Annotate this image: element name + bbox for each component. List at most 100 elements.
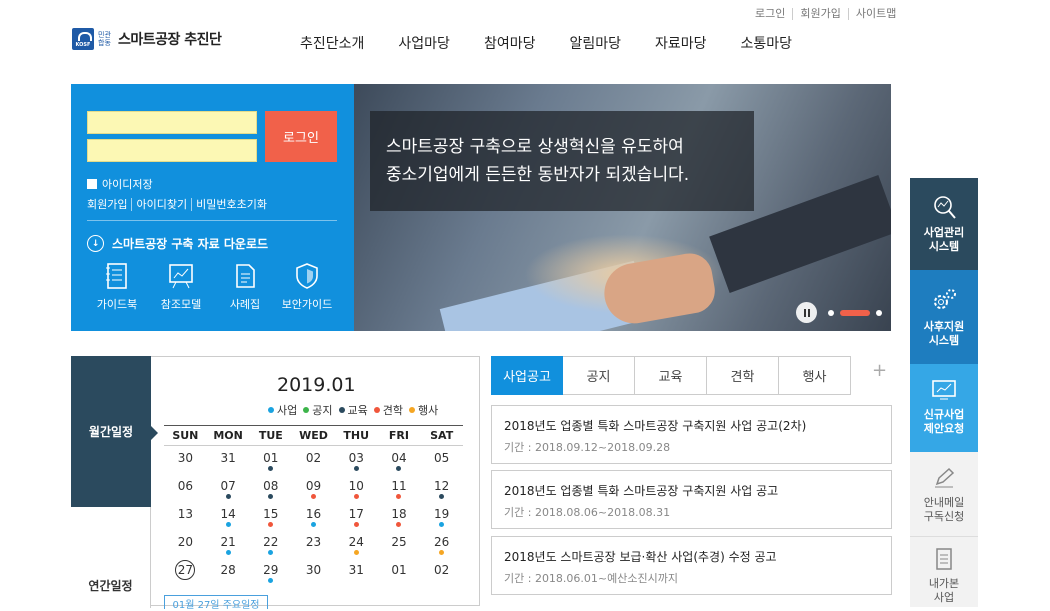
calendar-day[interactable]: 21 [207,532,250,558]
password-input[interactable] [87,139,257,162]
today-schedule-tab[interactable]: 01월 27일 주요일정 [164,595,268,611]
id-input[interactable] [87,111,257,134]
calendar-week: 06 07 08 09 10 11 12 [164,476,463,502]
nav-community[interactable]: 소통마당 [741,33,793,53]
calendar-day[interactable]: 03 [335,448,378,474]
casebook-link[interactable]: 사례집 [213,262,277,312]
save-id-checkbox[interactable]: 아이디저장 [87,176,153,192]
notice-title: 2018년도 업종별 특화 스마트공장 구축지원 사업 공고(2차) [504,419,807,433]
calendar-day[interactable]: 17 [335,504,378,530]
login-link[interactable]: 로그인 [748,8,792,20]
slide-dot[interactable] [828,309,834,316]
calendar-day[interactable]: 11 [378,476,421,502]
guidebook-link[interactable]: 가이드북 [85,262,149,312]
download-link[interactable]: ↓ 스마트공장 구축 자료 다운로드 [87,235,268,252]
day-number: 15 [263,507,279,521]
calendar-day[interactable]: 30 [164,448,207,474]
save-id-label: 아이디저장 [102,178,153,191]
more-plus-icon[interactable]: + [872,360,887,381]
find-id-link[interactable]: 아이디찾기 [131,198,192,211]
day-number: 03 [348,451,364,465]
calendar-day[interactable]: 09 [292,476,335,502]
calendar-day[interactable]: 01 [378,560,421,586]
legend-dot-icon [409,407,415,413]
tab-education[interactable]: 교육 [635,356,707,395]
notice-title: 2018년도 업종별 특화 스마트공장 구축지원 사업 공고 [504,484,779,498]
slide-dot-active[interactable] [840,309,870,316]
pause-button[interactable] [796,302,817,323]
calendar-day-today[interactable]: 27 [164,560,207,586]
event-dot-icon [268,494,274,499]
quick-mail-subscribe[interactable]: 안내메일 구독신청 [910,452,978,537]
day-number: 14 [220,507,236,521]
notice-item[interactable]: 2018년도 스마트공장 보급·확산 사업(추경) 수정 공고 기간 : 201… [491,536,892,595]
tab-event[interactable]: 행사 [779,356,851,395]
calendar-day[interactable]: 30 [292,560,335,586]
calendar-day[interactable]: 02 [292,448,335,474]
calendar-day[interactable]: 20 [164,532,207,558]
calendar-day[interactable]: 16 [292,504,335,530]
nav-participate[interactable]: 참여마당 [484,33,536,53]
legend-item: 견학 [373,402,403,418]
quick-aftercare-system[interactable]: 사후지원 시스템 [910,270,978,364]
calendar-day[interactable]: 18 [378,504,421,530]
calendar-day[interactable]: 15 [249,504,292,530]
calendar-day[interactable]: 29 [249,560,292,586]
calendar-day[interactable]: 06 [164,476,207,502]
quick-new-proposal[interactable]: 신규사업 제안요청 [910,364,978,452]
nav-resources[interactable]: 자료마당 [655,33,707,53]
join-link[interactable]: 회원가입 [792,8,847,20]
event-dot-icon [225,494,231,499]
calendar-day[interactable]: 08 [249,476,292,502]
calendar-day[interactable]: 28 [207,560,250,586]
tab-tour[interactable]: 견학 [707,356,779,395]
nav-about[interactable]: 추진단소개 [300,33,364,53]
calendar-day[interactable]: 23 [292,532,335,558]
site-logo[interactable]: KOSF 민관합동 스마트공장 추진단 [72,28,222,50]
calendar-day[interactable]: 25 [378,532,421,558]
nav-business[interactable]: 사업마당 [398,33,450,53]
calendar-day[interactable]: 26 [420,532,463,558]
reference-model-link[interactable]: 참조모델 [149,262,213,312]
tab-monthly[interactable]: 월간일정 [71,356,158,507]
tab-yearly[interactable]: 연간일정 [71,507,151,608]
calendar-day[interactable]: 01 [249,448,292,474]
calendar-day[interactable]: 22 [249,532,292,558]
sitemap-link[interactable]: 사이트맵 [847,8,903,20]
notice-item[interactable]: 2018년도 업종별 특화 스마트공장 구축지원 사업 공고 기간 : 2018… [491,470,892,529]
notice-item[interactable]: 2018년도 업종별 특화 스마트공장 구축지원 사업 공고(2차) 기간 : … [491,405,892,464]
calendar-day[interactable]: 05 [420,448,463,474]
tab-business-notice[interactable]: 사업공고 [491,356,563,395]
calendar-day[interactable]: 12 [420,476,463,502]
day-number: 18 [391,507,407,521]
calendar-day[interactable]: 07 [207,476,250,502]
calendar-week: 20 21 22 23 24 25 26 [164,532,463,558]
main-banner[interactable]: 스마트공장 구축으로 상생혁신을 유도하여 중소기업에게 든든한 동반자가 되겠… [354,84,891,331]
event-dot-icon [268,578,274,583]
calendar-day[interactable]: 14 [207,504,250,530]
day-number: 07 [220,479,236,493]
nav-notice[interactable]: 알림마당 [569,33,621,53]
login-panel: 로그인 아이디저장 회원가입 아이디찾기 비밀번호초기화 ↓ 스마트공장 구축 자료 … [71,84,354,331]
join-link[interactable]: 회원가입 [87,198,131,211]
calendar-day[interactable]: 31 [207,448,250,474]
calendar-day[interactable]: 02 [420,560,463,586]
logo-name: 스마트공장 추진단 [118,32,222,48]
day-number: 23 [305,535,322,549]
tab-notice[interactable]: 공지 [563,356,635,395]
calendar-day[interactable]: 24 [335,532,378,558]
calendar-day[interactable]: 31 [335,560,378,586]
calendar-day[interactable]: 13 [164,504,207,530]
calendar-day[interactable]: 19 [420,504,463,530]
security-guide-label: 보안가이드 [281,298,333,311]
quick-label-1: 사업관리 [923,226,965,239]
security-guide-link[interactable]: 보안가이드 [275,262,339,312]
calendar-day[interactable]: 10 [335,476,378,502]
calendar-day[interactable]: 04 [378,448,421,474]
legend-dot-icon [268,407,274,413]
quick-business-system[interactable]: 사업관리 시스템 [910,178,978,270]
quick-viewed-business[interactable]: 내가본 사업 [910,537,978,607]
slide-dot[interactable] [876,309,882,316]
login-button[interactable]: 로그인 [265,111,337,162]
reset-password-link[interactable]: 비밀번호초기화 [191,198,271,211]
